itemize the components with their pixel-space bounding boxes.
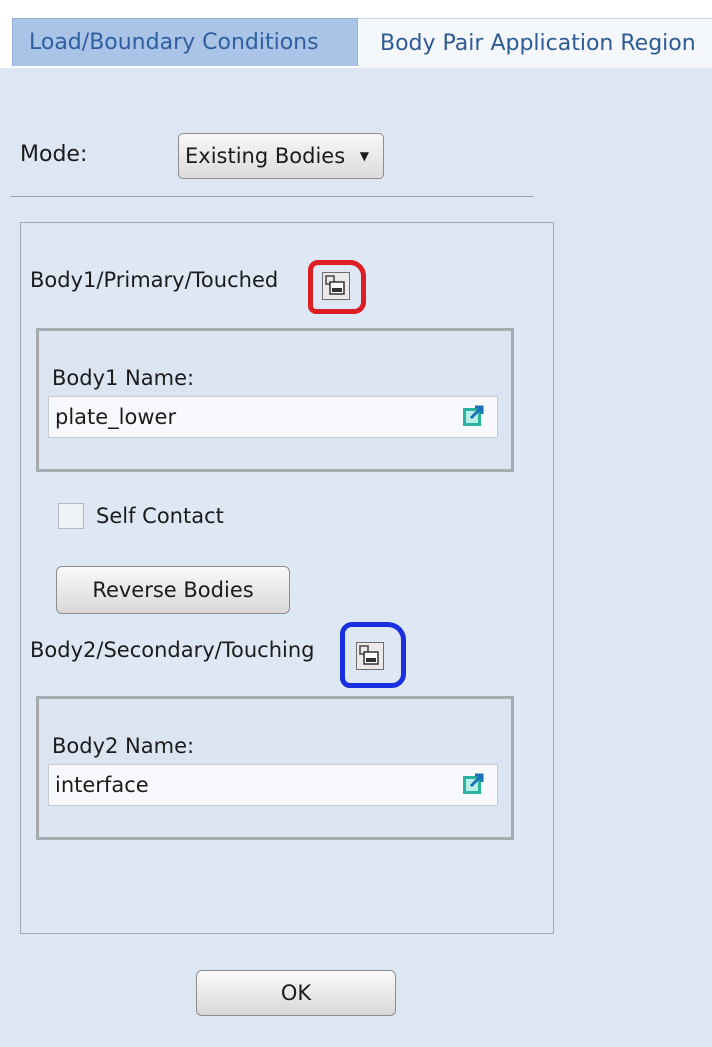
tab-body-pair-application-region[interactable]: Body Pair Application Region <box>358 18 712 68</box>
reverse-bodies-button[interactable]: Reverse Bodies <box>56 566 290 614</box>
tab-load-boundary-conditions[interactable]: Load/Boundary Conditions <box>12 18 358 66</box>
mode-dropdown[interactable]: Existing Bodies ▼ <box>178 133 384 179</box>
body1-name-value: plate_lower <box>55 405 177 429</box>
caret-down-icon: ▼ <box>359 149 369 163</box>
body1-section-label: Body1/Primary/Touched <box>30 268 279 292</box>
body2-name-value: interface <box>55 773 149 797</box>
body1-name-label: Body1 Name: <box>52 366 195 390</box>
mode-dropdown-value: Existing Bodies <box>185 144 346 168</box>
self-contact-checkbox[interactable] <box>58 503 84 529</box>
red-highlight-annotation <box>308 260 366 314</box>
self-contact-label: Self Contact <box>96 504 224 528</box>
mode-label: Mode: <box>20 142 88 167</box>
body1-name-field[interactable]: plate_lower <box>48 396 498 438</box>
external-link-icon[interactable] <box>461 404 485 428</box>
ok-button[interactable]: OK <box>196 970 396 1016</box>
separator <box>10 196 534 197</box>
external-link-icon[interactable] <box>461 772 485 796</box>
body2-name-label: Body2 Name: <box>52 734 195 758</box>
body2-section-label: Body2/Secondary/Touching <box>30 638 315 662</box>
body2-name-field[interactable]: interface <box>48 764 498 806</box>
blue-highlight-annotation <box>340 622 406 688</box>
